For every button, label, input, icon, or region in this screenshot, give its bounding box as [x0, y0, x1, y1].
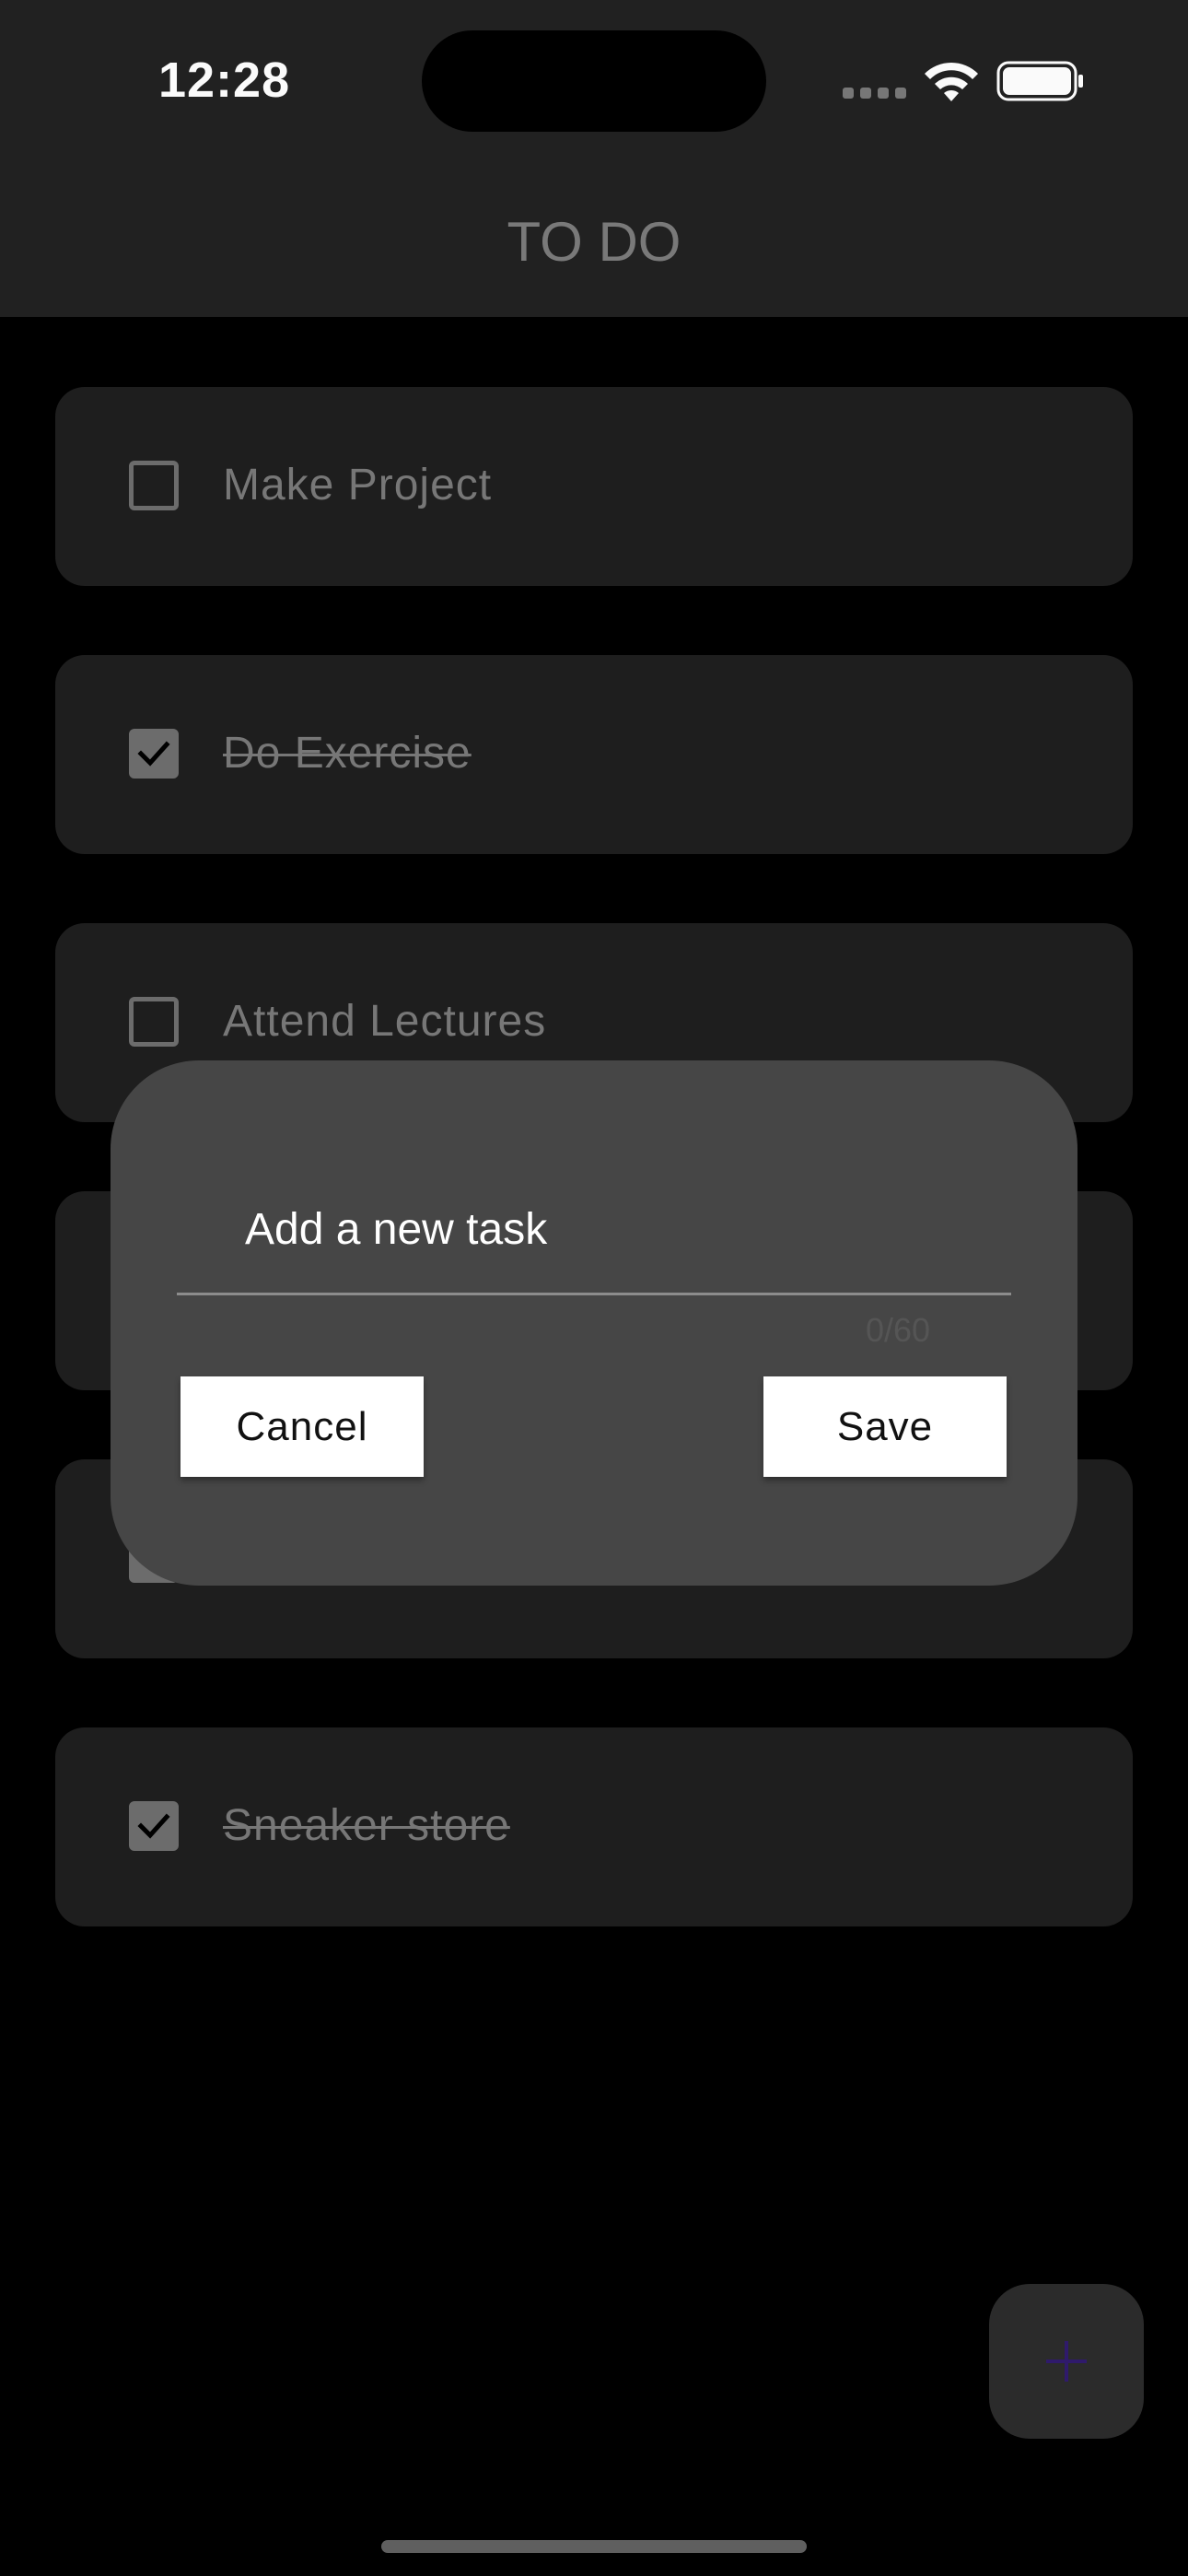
character-counter: 0/60 — [866, 1311, 931, 1349]
new-task-input[interactable] — [177, 1166, 1011, 1295]
plus-icon — [1046, 2341, 1087, 2382]
cancel-button[interactable]: Cancel — [181, 1376, 424, 1477]
save-button[interactable]: Save — [763, 1376, 1007, 1477]
add-task-dialog: 0/60 Cancel Save — [111, 1060, 1077, 1586]
add-task-button[interactable] — [989, 2284, 1144, 2439]
home-indicator[interactable] — [381, 2540, 807, 2553]
